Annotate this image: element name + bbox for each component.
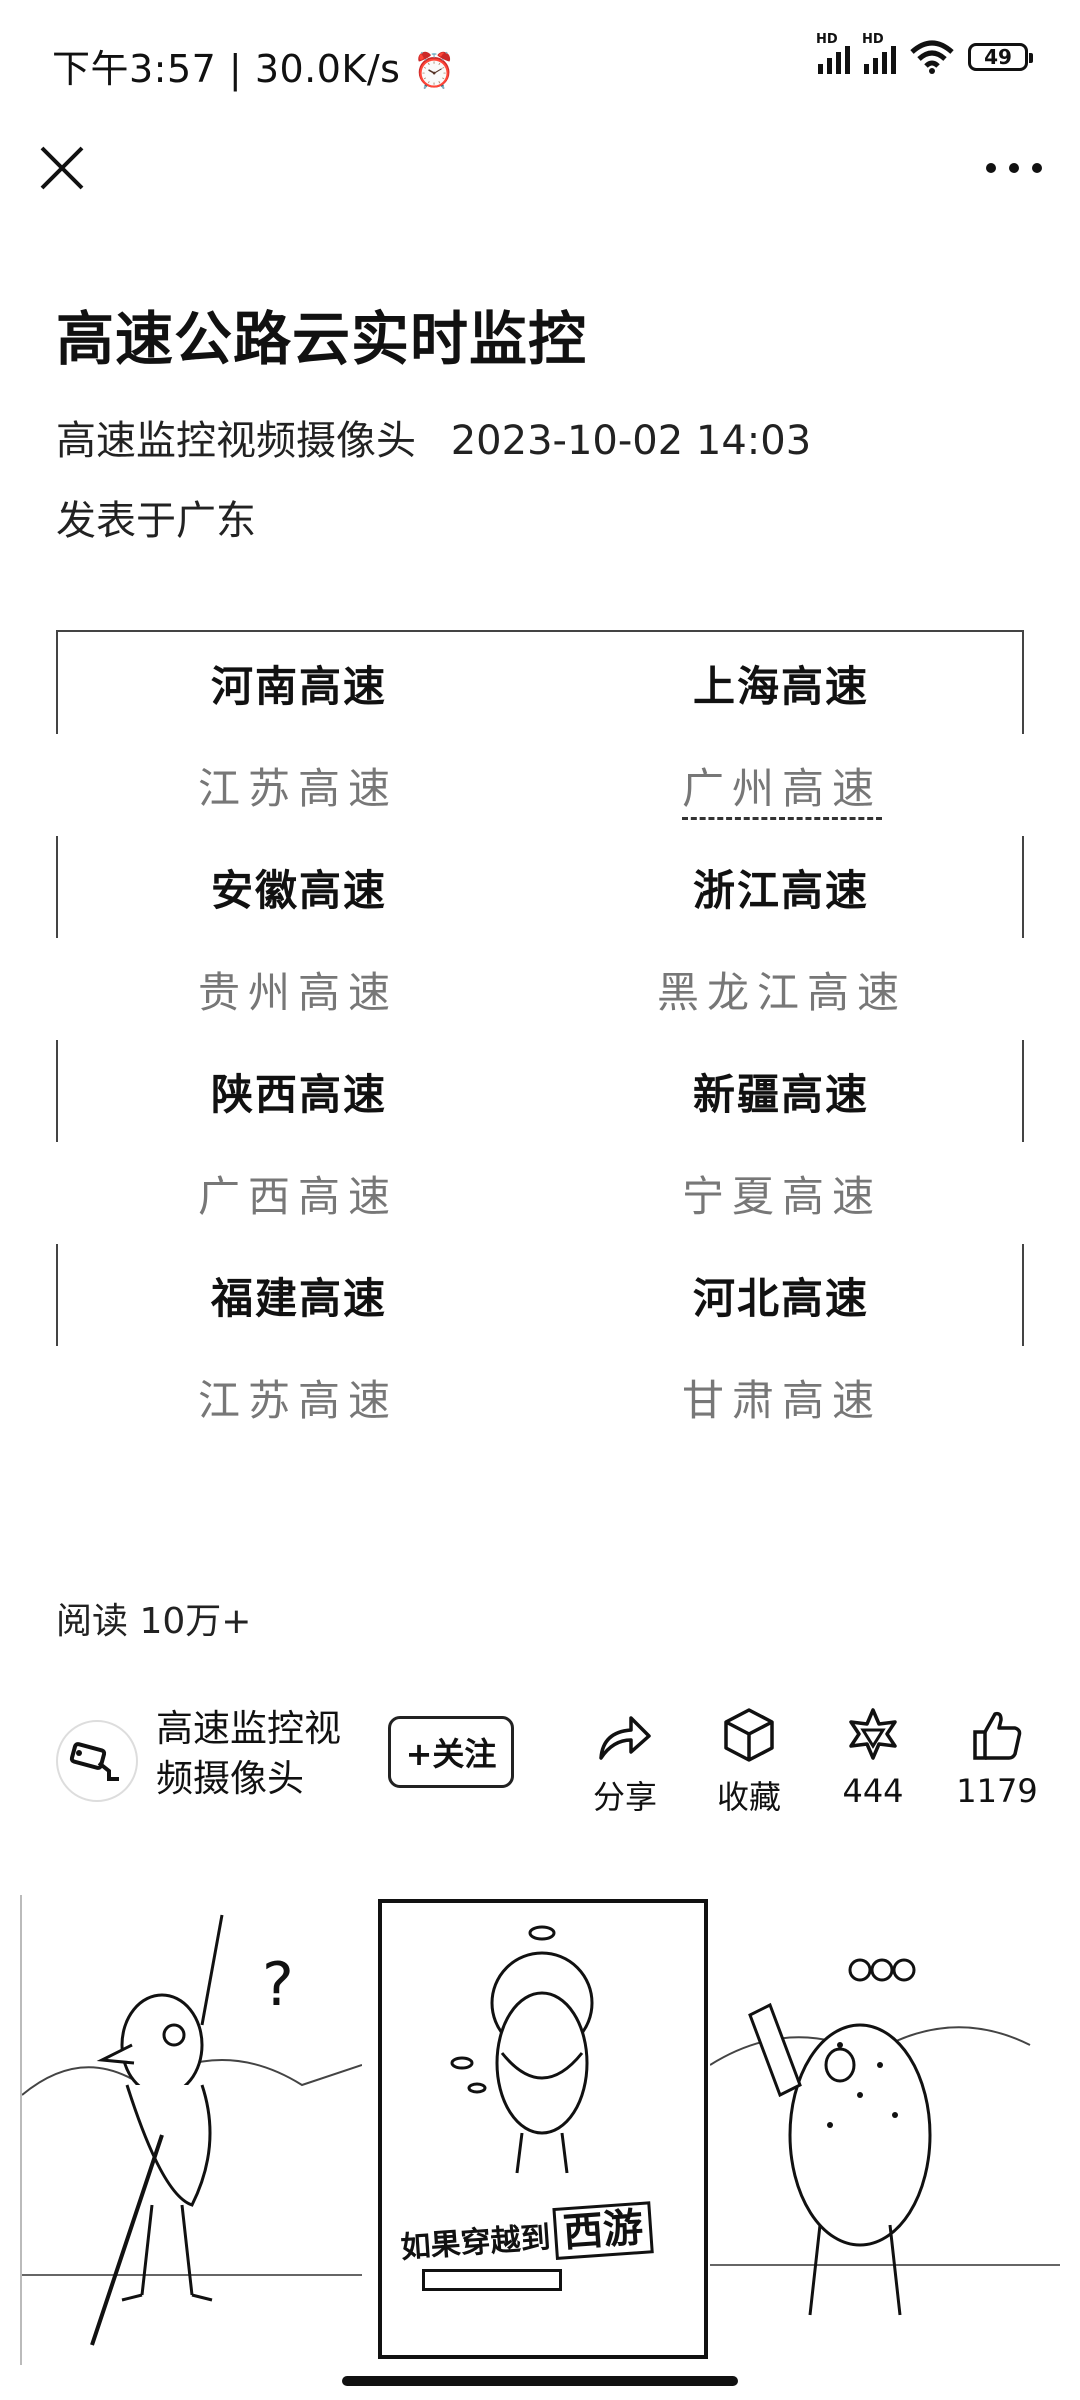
share-button[interactable]: 分享: [570, 1700, 680, 1818]
article-title: 高速公路云实时监控: [56, 305, 588, 373]
grid-link[interactable]: 上海高速: [540, 653, 1022, 714]
share-icon: [599, 1716, 651, 1760]
wifi-icon: [910, 40, 954, 74]
ad-panel-left: ?: [20, 1895, 362, 2365]
home-indicator[interactable]: [342, 2376, 738, 2386]
grid-row: 福建高速 河北高速: [56, 1244, 1024, 1346]
grid-link[interactable]: 贵州高速: [56, 959, 540, 1020]
signal-icon: HD: [816, 32, 850, 74]
highway-grid: 河南高速 上海高速 江苏高速 广州高速 安徽高速 浙江高速 贵州高速 黑龙江高速…: [56, 630, 1024, 1448]
grid-link[interactable]: 河北高速: [540, 1265, 1022, 1326]
grid-link[interactable]: 陕西高速: [58, 1061, 540, 1122]
grid-link[interactable]: 江苏高速: [56, 1367, 540, 1428]
close-button[interactable]: [34, 140, 90, 196]
wow-icon: [849, 1708, 897, 1760]
favorite-button[interactable]: 收藏: [694, 1700, 804, 1818]
grid-link[interactable]: 浙江高速: [540, 857, 1022, 918]
grid-link[interactable]: 河南高速: [58, 653, 540, 714]
grid-row: 安徽高速 浙江高速: [56, 836, 1024, 938]
ad-caption: 如果穿越到 西游: [398, 2194, 654, 2269]
camera-icon: [69, 1742, 119, 1781]
more-icon: [986, 163, 996, 173]
author-link[interactable]: 高速监控视频摄像头: [56, 418, 416, 464]
grid-row: 江苏高速 甘肃高速: [56, 1346, 1024, 1448]
grid-row: 河南高速 上海高速: [56, 630, 1024, 734]
article-meta: 高速监控视频摄像头 2023-10-02 14:03: [56, 408, 811, 466]
wow-button[interactable]: 444: [818, 1700, 928, 1810]
battery-icon: 49: [968, 43, 1033, 71]
favorite-icon: [724, 1708, 774, 1762]
fish-character-illustration: [710, 1958, 1060, 2316]
author-action-bar: 高速监控视频摄像头 +关注 分享 收藏 444 1179: [56, 1700, 1038, 1816]
avatar[interactable]: [56, 1720, 138, 1802]
close-icon: [40, 146, 84, 190]
author-name[interactable]: 高速监控视频摄像头: [156, 1704, 356, 1804]
like-button[interactable]: 1179: [942, 1700, 1052, 1810]
grid-link[interactable]: 宁夏高速: [540, 1163, 1024, 1224]
publish-date: 2023-10-02 14:03: [450, 418, 812, 464]
grid-row: 贵州高速 黑龙江高速: [56, 938, 1024, 1040]
grid-link[interactable]: 广州高速: [540, 755, 1024, 820]
read-count: 阅读 10万+: [56, 1601, 252, 1642]
grid-link[interactable]: 黑龙江高速: [540, 959, 1024, 1020]
ad-panel-center: 如果穿越到 西游: [378, 1899, 708, 2359]
ad-banner[interactable]: ? 如果穿越到 西游: [0, 1895, 1080, 2365]
grid-link[interactable]: 福建高速: [58, 1265, 540, 1326]
status-time: 下午3:57 | 30.0K/s ⏰: [52, 47, 456, 91]
signal-icon: HD: [862, 32, 896, 74]
like-icon: [973, 1711, 1022, 1760]
ad-panel-right: [710, 1895, 1060, 2365]
grid-link[interactable]: 新疆高速: [540, 1061, 1022, 1122]
grid-link[interactable]: 广西高速: [56, 1163, 540, 1224]
monk-character-illustration: [450, 1925, 594, 2174]
publish-location: 发表于广东: [56, 498, 256, 544]
follow-button[interactable]: +关注: [388, 1716, 514, 1788]
more-button[interactable]: [986, 150, 1042, 186]
grid-row: 广西高速 宁夏高速: [56, 1142, 1024, 1244]
bird-character-illustration: ?: [22, 1914, 362, 2346]
svg-text:?: ?: [262, 1950, 294, 2020]
grid-row: 江苏高速 广州高速: [56, 734, 1024, 836]
grid-link[interactable]: 安徽高速: [58, 857, 540, 918]
ad-progress-bar: [422, 2269, 562, 2291]
status-bar: 下午3:57 | 30.0K/s ⏰ HD HD 49: [0, 0, 1080, 120]
alarm-icon: ⏰: [413, 51, 456, 91]
grid-link[interactable]: 甘肃高速: [540, 1367, 1024, 1428]
grid-row: 陕西高速 新疆高速: [56, 1040, 1024, 1142]
status-icons: HD HD 49: [816, 32, 1033, 74]
grid-link[interactable]: 江苏高速: [56, 755, 540, 816]
